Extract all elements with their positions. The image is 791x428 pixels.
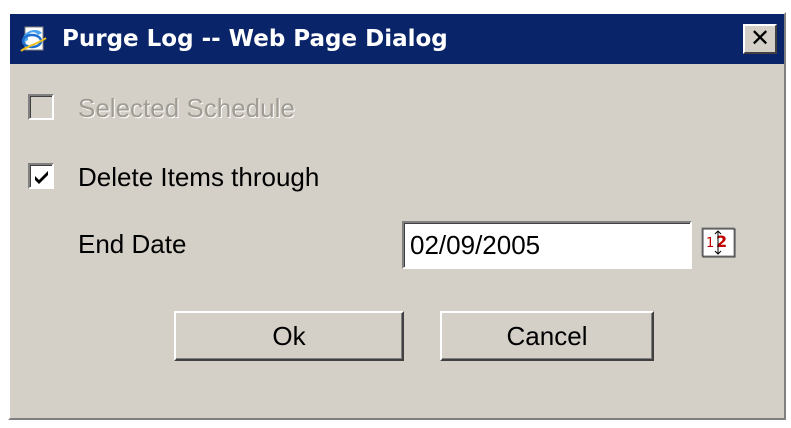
title-bar[interactable]: Purge Log -- Web Page Dialog ✕ (10, 14, 784, 64)
close-icon: ✕ (749, 24, 771, 52)
ok-button[interactable]: Ok (174, 311, 404, 361)
ie-page-icon (18, 24, 48, 54)
checkmark-icon (35, 171, 48, 184)
selected-schedule-checkbox[interactable] (28, 94, 54, 120)
dialog-title: Purge Log -- Web Page Dialog (62, 26, 448, 52)
close-button[interactable]: ✕ (743, 24, 777, 54)
end-date-input[interactable] (402, 221, 692, 269)
svg-text:1: 1 (706, 236, 714, 251)
calendar-icon[interactable]: 1 2 (700, 224, 736, 260)
cancel-button[interactable]: Cancel (440, 311, 654, 361)
delete-items-option: Delete Items through (28, 161, 428, 195)
end-date-label: End Date (78, 229, 187, 259)
purge-log-dialog: Purge Log -- Web Page Dialog ✕ Selected … (8, 12, 786, 420)
selected-schedule-label: Selected Schedule (78, 93, 295, 123)
delete-items-label: Delete Items through (78, 162, 320, 192)
delete-items-checkbox[interactable] (28, 163, 54, 189)
selected-schedule-option: Selected Schedule (28, 92, 428, 126)
